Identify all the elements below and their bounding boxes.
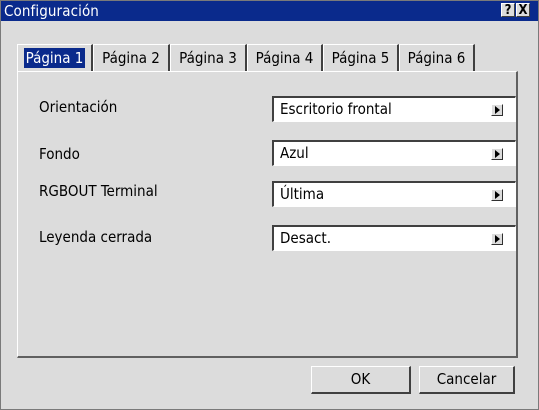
help-button[interactable]: ? bbox=[501, 3, 515, 18]
tab-pagina-6[interactable]: Página 6 bbox=[399, 44, 475, 71]
closed-caption-select[interactable]: Desact. bbox=[272, 225, 516, 251]
right-arrow-icon[interactable] bbox=[491, 104, 503, 116]
background-value: Azul bbox=[280, 144, 309, 162]
tab-pagina-1[interactable]: Página 1 bbox=[17, 44, 93, 71]
close-button[interactable]: X bbox=[516, 3, 530, 18]
closed-caption-label: Leyenda cerrada bbox=[39, 228, 153, 246]
tab-label: Página 6 bbox=[407, 49, 466, 67]
background-label: Fondo bbox=[39, 145, 80, 163]
tab-pagina-4[interactable]: Página 4 bbox=[247, 44, 323, 71]
tab-label: Página 1 bbox=[23, 48, 86, 68]
tab-label: Página 3 bbox=[179, 49, 237, 67]
ok-button[interactable]: OK bbox=[311, 366, 411, 394]
tab-pagina-5[interactable]: Página 5 bbox=[323, 44, 399, 71]
orientation-value: Escritorio frontal bbox=[280, 100, 392, 118]
title-bar[interactable]: Configuración ? X bbox=[1, 1, 538, 21]
tab-label: Página 4 bbox=[255, 49, 314, 67]
tab-label: Página 2 bbox=[102, 49, 160, 67]
tab-label: Página 5 bbox=[331, 49, 390, 67]
window-title: Configuración bbox=[4, 2, 99, 20]
settings-dialog: Configuración ? X Página 1 Página 2 Pági… bbox=[0, 0, 539, 410]
right-arrow-icon[interactable] bbox=[491, 148, 503, 160]
tab-pagina-3[interactable]: Página 3 bbox=[170, 44, 247, 71]
rgbout-terminal-value: Última bbox=[280, 185, 325, 203]
rgbout-terminal-label: RGBOUT Terminal bbox=[39, 182, 158, 200]
orientation-select[interactable]: Escritorio frontal bbox=[272, 96, 516, 122]
orientation-label: Orientación bbox=[39, 98, 118, 116]
right-arrow-icon[interactable] bbox=[491, 233, 503, 245]
background-select[interactable]: Azul bbox=[272, 140, 516, 166]
closed-caption-value: Desact. bbox=[280, 229, 331, 247]
rgbout-terminal-select[interactable]: Última bbox=[272, 181, 516, 207]
right-arrow-icon[interactable] bbox=[491, 189, 503, 201]
cancel-button[interactable]: Cancelar bbox=[419, 366, 515, 394]
tab-pagina-2[interactable]: Página 2 bbox=[93, 44, 170, 71]
